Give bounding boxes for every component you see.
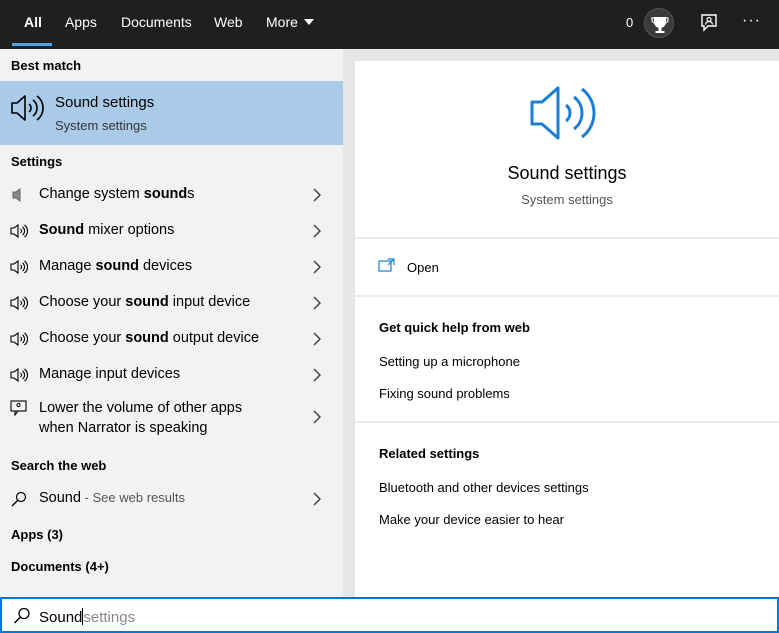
divider: [355, 237, 779, 239]
speaker-icon: [10, 223, 28, 239]
tab-more-label: More: [266, 14, 298, 30]
chevron-right-icon: [313, 368, 322, 382]
speaker-icon: [10, 259, 28, 275]
related-settings-header: Related settings: [379, 446, 480, 461]
settings-item-label: Choose your sound output device: [39, 330, 260, 346]
chevron-right-icon: [313, 492, 322, 506]
search-icon: [13, 607, 30, 624]
chevron-right-icon: [313, 410, 322, 424]
speaker-icon: [10, 295, 28, 311]
help-link-microphone[interactable]: Setting up a microphone: [379, 354, 520, 369]
settings-item-manage-input-devices[interactable]: Manage input devices: [0, 357, 343, 393]
speaker-icon: [10, 367, 28, 383]
search-autocomplete: settings: [83, 609, 136, 626]
rewards-points: 0: [626, 15, 634, 30]
settings-item-label: Manage input devices: [39, 366, 181, 382]
tab-apps[interactable]: Apps: [65, 0, 97, 45]
tab-web[interactable]: Web: [214, 0, 243, 45]
settings-item-change-system-sounds[interactable]: Change system sounds: [0, 177, 343, 213]
best-match-result[interactable]: Sound settings System settings: [0, 81, 343, 145]
tab-more[interactable]: More: [266, 0, 314, 45]
web-result-sound[interactable]: Sound - See web results: [0, 481, 343, 517]
settings-item-manage-sound-devices[interactable]: Manage sound devices: [0, 249, 343, 285]
search-query: Sound: [39, 609, 83, 626]
best-match-header: Best match: [11, 58, 82, 73]
help-link-sound-problems[interactable]: Fixing sound problems: [379, 386, 510, 401]
search-web-header: Search the web: [11, 458, 107, 473]
chevron-right-icon: [313, 296, 322, 310]
more-options-button[interactable]: ···: [742, 0, 761, 45]
open-icon: [378, 258, 395, 272]
tab-all[interactable]: All: [24, 0, 42, 45]
chevron-right-icon: [313, 260, 322, 274]
settings-item-sound-mixer[interactable]: Sound mixer options: [0, 213, 343, 249]
web-result-label: Sound - See web results: [39, 490, 185, 506]
settings-item-narrator-volume[interactable]: Lower the volume of other apps when Narra…: [0, 393, 343, 445]
settings-item-label: Lower the volume of other apps when Narra…: [39, 400, 243, 436]
quick-help-header: Get quick help from web: [379, 320, 530, 335]
preview-subtitle: System settings: [521, 192, 613, 207]
best-match-title: Sound settings: [55, 94, 155, 111]
apps-header[interactable]: Apps (3): [11, 527, 63, 542]
speaker-small-icon: [12, 188, 21, 202]
settings-item-label: Choose your sound input device: [39, 294, 251, 310]
related-link-easier-to-hear[interactable]: Make your device easier to hear: [379, 512, 564, 527]
results-list: Best match Sound settings System setting…: [0, 49, 343, 597]
chevron-down-icon: [303, 19, 314, 26]
settings-item-label: Manage sound devices: [39, 258, 193, 274]
settings-header: Settings: [11, 154, 63, 169]
related-link-bluetooth[interactable]: Bluetooth and other devices settings: [379, 480, 589, 495]
chevron-right-icon: [313, 188, 322, 202]
speaker-icon: [11, 95, 44, 121]
preview-pane: Sound settings System settings Open Get …: [355, 61, 779, 597]
chevron-right-icon: [313, 224, 322, 238]
documents-header[interactable]: Documents (4+): [11, 559, 109, 574]
settings-item-sound-input-device[interactable]: Choose your sound input device: [0, 285, 343, 321]
divider: [355, 421, 779, 423]
active-tab-indicator: [12, 43, 52, 46]
narrator-icon: [10, 400, 27, 416]
feedback-icon[interactable]: [698, 12, 720, 34]
search-icon: [11, 491, 27, 507]
speaker-icon: [10, 331, 28, 347]
trophy-icon[interactable]: [644, 8, 674, 38]
best-match-subtitle: System settings: [55, 118, 147, 133]
tab-documents[interactable]: Documents: [121, 0, 192, 45]
divider: [355, 295, 779, 297]
search-input[interactable]: Soundsettings: [39, 608, 135, 626]
open-action[interactable]: Open: [407, 260, 439, 275]
speaker-icon: [530, 86, 596, 140]
search-box[interactable]: Soundsettings: [0, 597, 779, 633]
settings-item-sound-output-device[interactable]: Choose your sound output device: [0, 321, 343, 357]
settings-item-label: Sound mixer options: [39, 222, 175, 238]
preview-title: Sound settings: [507, 163, 627, 183]
chevron-right-icon: [313, 332, 322, 346]
search-filter-bar: All Apps Documents Web More 0 ···: [0, 0, 779, 49]
settings-item-label: Change system sounds: [39, 186, 195, 202]
